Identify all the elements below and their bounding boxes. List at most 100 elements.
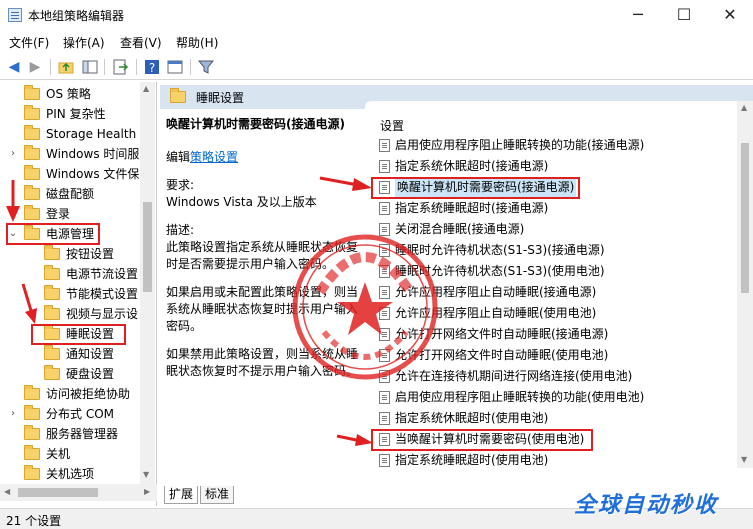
folder-icon [24,205,40,220]
watermark-text: 全球自动秒收 [574,493,719,518]
tree-item-label: PIN 复杂性 [46,107,106,121]
edit-policy-link[interactable]: 策略设置 [190,150,238,164]
details-header-title: 睡眠设置 [196,91,245,105]
arrow-right-icon [319,176,372,191]
tree-item[interactable]: PIN 复杂性 [0,104,140,124]
arrow-right-icon [336,434,373,446]
tree-item-label: 通知设置 [66,347,115,361]
chevron-right-icon[interactable]: › [8,404,18,424]
requirements-value: Windows Vista 及以上版本 [166,195,317,209]
policy-title: 唤醒计算机时需要密码(接通电源) [166,117,345,131]
tree-item[interactable]: 关机 [0,444,140,464]
policy-setting-icon [379,412,390,425]
toolbar: ◀ ▶ ? [0,54,753,80]
policy-setting-row[interactable]: 指定系统睡眠超时(使用电池) [365,450,737,468]
tree-item-label: OS 策略 [46,87,91,101]
title-bar: 本地组策略编辑器 ─ ☐ ✕ [0,0,753,30]
tree-item-label: Windows 时间服 [46,147,140,161]
folder-icon [24,125,40,140]
menu-view[interactable]: 查看(V) [120,34,162,51]
settings-column-header[interactable]: 设置 [380,117,404,134]
filter-icon[interactable] [197,58,215,76]
policy-setting-row[interactable]: 启用使应用程序阻止睡眠转换的功能(接通电源) [365,135,737,156]
scroll-thumb[interactable] [143,202,152,292]
tree-item[interactable]: Storage Health [0,124,140,144]
scroll-down-icon[interactable]: ▼ [143,470,149,479]
tab-standard[interactable]: 标准 [200,486,235,504]
annotation-box-plugged-in [371,177,580,199]
tree-item[interactable]: 按钮设置 [0,244,140,264]
scroll-up-icon[interactable]: ▲ [143,84,149,93]
tree-item-label: 视频与显示设 [66,307,139,321]
tree-item[interactable]: 硬盘设置 [0,364,140,384]
tree-horizontal-scrollbar[interactable]: ◀ ▶ [0,484,157,501]
tree-item[interactable]: 电源节流设置 [0,264,140,284]
watermark-seal-icon [292,234,438,380]
up-folder-icon[interactable] [57,58,75,76]
scroll-down-icon[interactable]: ▼ [741,455,747,464]
scroll-left-icon[interactable]: ◀ [4,487,10,496]
tree-item-label: Storage Health [46,127,137,141]
list-vertical-scrollbar[interactable]: ▲ ▼ [737,101,753,468]
status-text: 21 个设置 [6,514,62,528]
scroll-right-icon[interactable]: ▶ [144,487,150,496]
maximize-button[interactable]: ☐ [661,0,707,30]
tree-item[interactable]: OS 策略 [0,84,140,104]
tree-item-label: 磁盘配额 [46,187,95,201]
tree-item[interactable]: 服务器管理器 [0,424,140,444]
policy-setting-row[interactable]: 指定系统睡眠超时(接通电源) [365,198,737,219]
tree-item-label: Windows 文件保 [46,167,140,181]
help-icon[interactable]: ? [143,58,161,76]
policy-setting-row[interactable]: 指定系统休眠超时(使用电池) [365,408,737,429]
edit-prefix: 编辑 [166,150,191,164]
back-arrow-icon[interactable]: ◀ [5,58,23,76]
arrow-down-icon [6,180,20,222]
tree-item-label: 关机 [46,447,71,461]
tree-item[interactable]: 访问被拒绝协助 [0,384,140,404]
folder-icon [24,385,40,400]
minimize-button[interactable]: ─ [615,0,661,30]
tree-item[interactable]: 通知设置 [0,344,140,364]
tree-item-label: 分布式 COM [46,407,114,421]
policy-setting-icon [379,139,390,152]
tab-extended[interactable]: 扩展 [164,486,199,504]
tree-item-label: 电源节流设置 [66,267,139,281]
folder-icon [24,145,40,160]
tree-item[interactable]: 关机选项 [0,464,140,484]
description-label: 描述: [166,223,195,237]
tree-item-label: 访问被拒绝协助 [46,387,131,401]
edit-line: 编辑策略设置 [166,149,366,166]
folder-icon [44,285,60,300]
tree-item-label: 节能模式设置 [66,287,139,301]
forward-arrow-icon[interactable]: ▶ [26,58,44,76]
tree-item[interactable]: › Windows 时间服 [0,144,140,164]
policy-setting-label: 指定系统睡眠超时(使用电池) [395,453,549,467]
folder-icon [24,185,40,200]
policy-setting-icon [379,454,390,467]
scroll-thumb[interactable] [18,488,98,497]
menu-help[interactable]: 帮助(H) [176,34,218,51]
folder-icon [44,345,60,360]
chevron-right-icon[interactable]: › [8,144,18,164]
show-hide-tree-icon[interactable] [81,58,99,76]
policy-setting-label: 启用使应用程序阻止睡眠转换的功能(接通电源) [395,138,645,152]
tree-item-label: 登录 [46,207,71,221]
policy-setting-icon [379,202,390,215]
export-list-icon[interactable] [111,58,129,76]
scroll-up-icon[interactable]: ▲ [741,103,747,112]
menu-bar: 文件(F) 操作(A) 查看(V) 帮助(H) [0,30,753,52]
annotation-box-sleep-settings [31,324,126,345]
scroll-thumb[interactable] [741,143,749,293]
policy-setting-label: 指定系统睡眠超时(接通电源) [395,201,549,215]
menu-action[interactable]: 操作(A) [63,34,105,51]
tree-vertical-scrollbar[interactable]: ▲ ▼ [140,82,155,484]
policy-editor-icon [8,8,22,22]
close-button[interactable]: ✕ [707,0,753,30]
properties-icon[interactable] [166,58,184,76]
menu-file[interactable]: 文件(F) [9,34,49,51]
annotation-box-power-management [6,223,100,245]
policy-setting-icon [379,160,390,173]
policy-setting-row[interactable]: 指定系统休眠超时(接通电源) [365,156,737,177]
policy-setting-row[interactable]: 启用使应用程序阻止睡眠转换的功能(使用电池) [365,387,737,408]
tree-item[interactable]: › 分布式 COM [0,404,140,424]
